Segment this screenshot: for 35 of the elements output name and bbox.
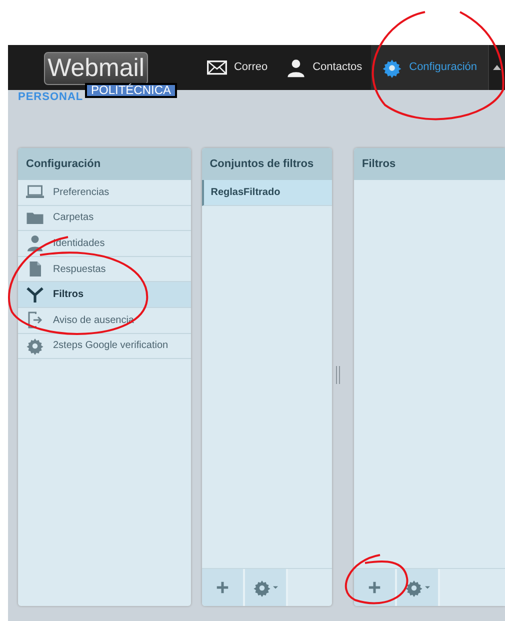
gear-icon [404,578,423,596]
panel-title: Configuración [18,148,191,180]
subtitle: PERSONAL [18,92,84,103]
settings-list-item[interactable]: Carpetas [18,206,191,232]
settings-list-item[interactable]: 2steps Google verification [18,334,191,360]
funnel-icon [26,286,44,304]
envelope-icon [206,58,227,78]
nav-tab[interactable]: Contactos [276,45,372,90]
gear-icon [26,336,44,355]
resize-handle-icon[interactable] [336,366,340,384]
person-icon [286,58,306,78]
settings-list-item[interactable]: Preferencias [18,180,191,206]
settings-list-item[interactable]: Filtros [18,282,191,308]
gear-icon [382,58,402,78]
exit-arrow-icon [26,311,44,330]
settings-menu-button[interactable] [396,569,440,606]
caret-icon [424,586,430,589]
collapse-arrow-icon[interactable] [493,65,501,70]
gear-icon [252,578,271,596]
panel-title: Conjuntos de filtros [202,148,332,180]
person-icon [26,234,44,252]
settings-menu-button[interactable] [244,569,288,606]
logo-badge: POLITÉCNICA [85,83,178,98]
settings-list-item[interactable]: Aviso de ausencia [18,308,191,334]
panel-title: Filtros [354,148,505,180]
caret-icon [272,586,278,589]
nav-tab[interactable]: Configuración [371,45,488,90]
nav-tab[interactable]: Correo [198,45,277,90]
plus-icon [366,580,382,595]
add-button[interactable] [202,569,245,606]
add-button[interactable] [354,569,397,606]
filter-set-item[interactable]: ReglasFiltrado [202,180,332,206]
settings-list-item[interactable]: Identidades [18,231,191,257]
plus-icon [214,580,230,595]
webmail-logo: Webmail [44,52,148,85]
